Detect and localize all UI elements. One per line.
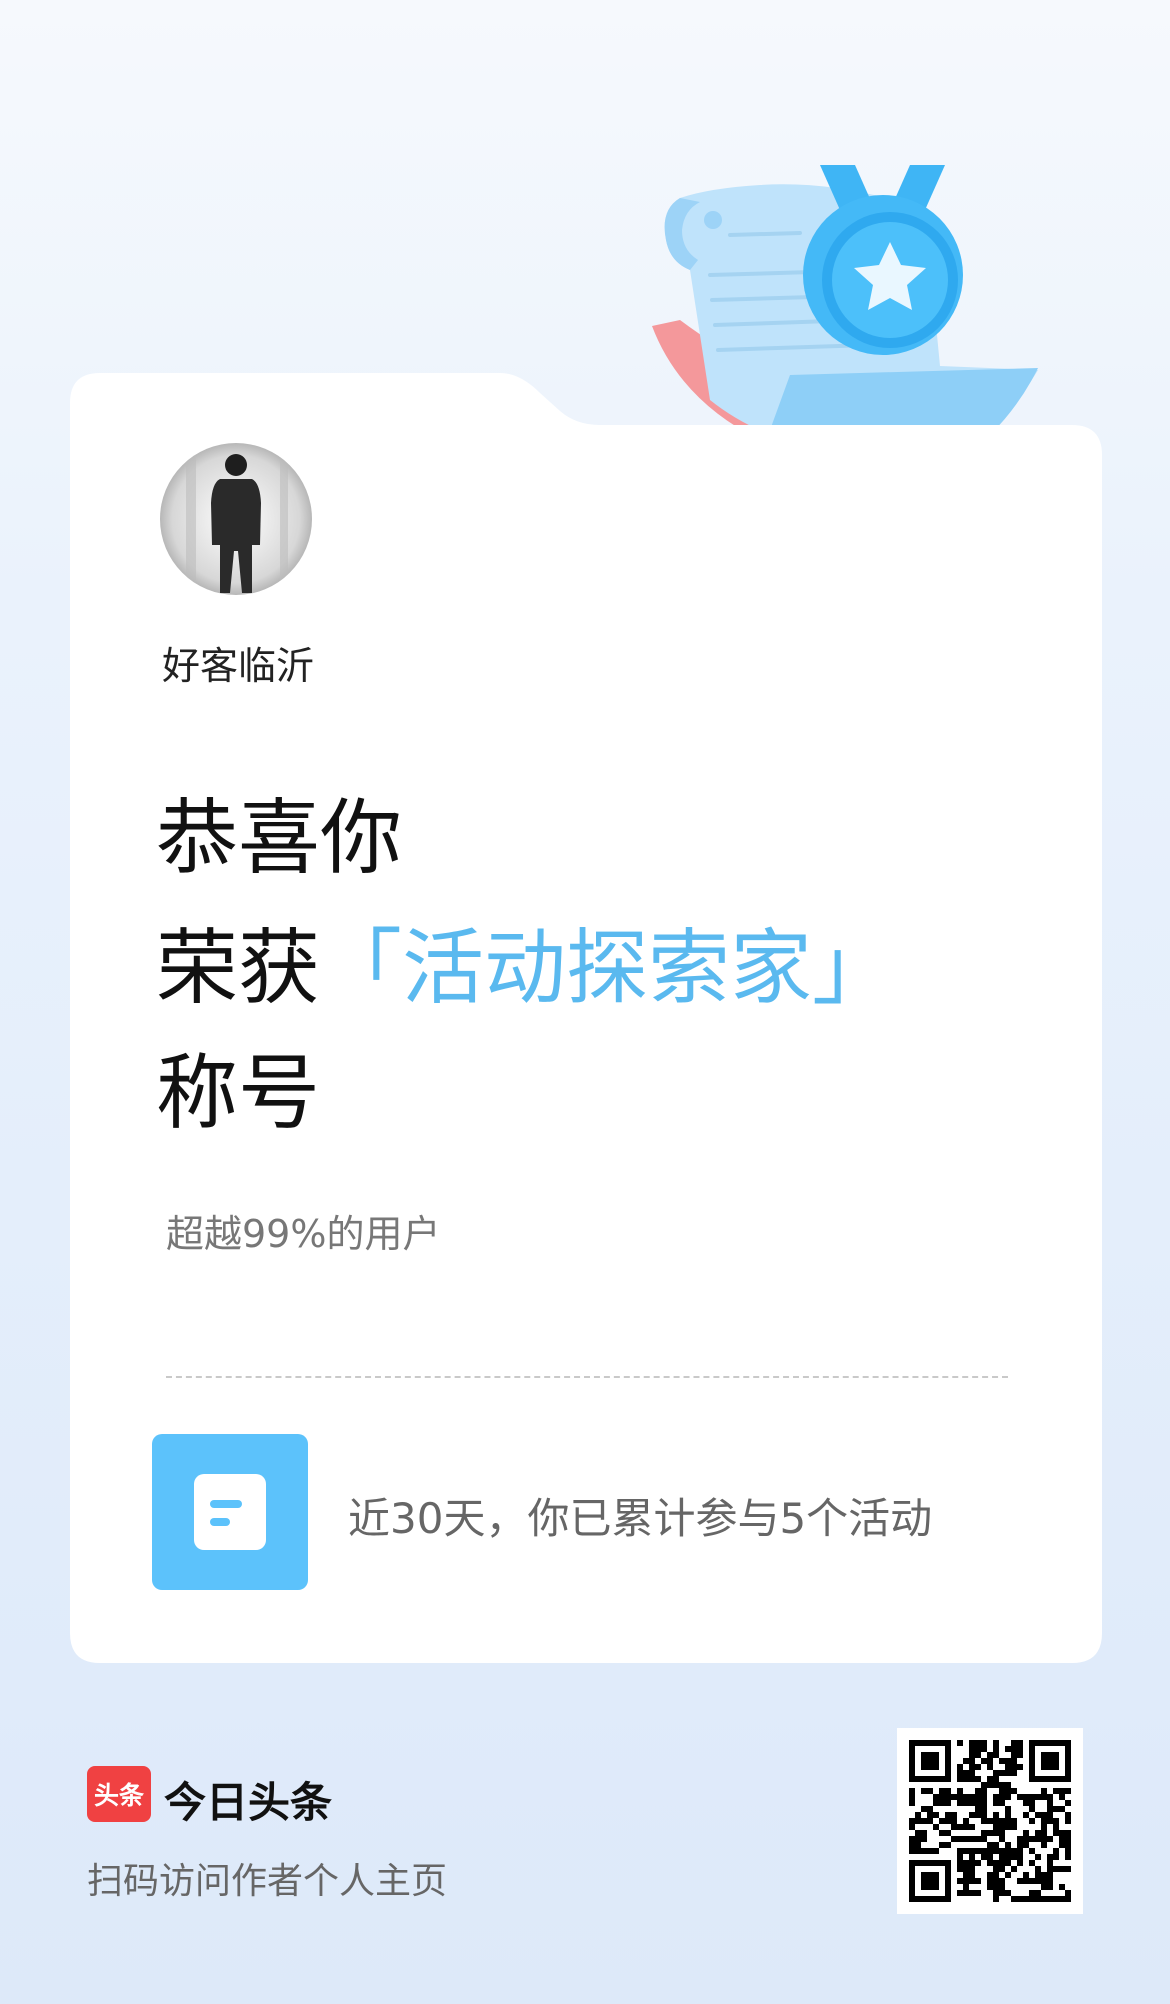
headline-title-suffix: 称号 [156, 1046, 321, 1141]
app-name: 今日头条 [164, 1778, 333, 1827]
qr-code[interactable] [897, 1728, 1083, 1914]
headline-award: 荣获「活动探索家」 [156, 928, 894, 1010]
divider [166, 1376, 1008, 1378]
headline-congrats: 恭喜你 [156, 791, 403, 886]
headline-award-prefix: 荣获 [156, 921, 321, 1016]
username: 好客临沂 [162, 644, 315, 688]
qr-code-image [909, 1740, 1071, 1902]
activity-stat-icon-box [152, 1434, 308, 1590]
award-title-name: 「活动探索家」 [320, 921, 895, 1016]
achievement-card: 好客临沂 恭喜你 荣获「活动探索家」 称号 超越99%的用户 近30天，你已累计… [70, 373, 1102, 1663]
percentile-text: 超越99%的用户 [166, 1212, 441, 1256]
scan-hint-text: 扫码访问作者个人主页 [87, 1861, 448, 1902]
toutiao-logo: 头条 [87, 1766, 151, 1822]
document-icon [194, 1474, 266, 1550]
activity-stat-text: 近30天，你已累计参与5个活动 [348, 1494, 933, 1543]
avatar[interactable] [160, 443, 312, 595]
